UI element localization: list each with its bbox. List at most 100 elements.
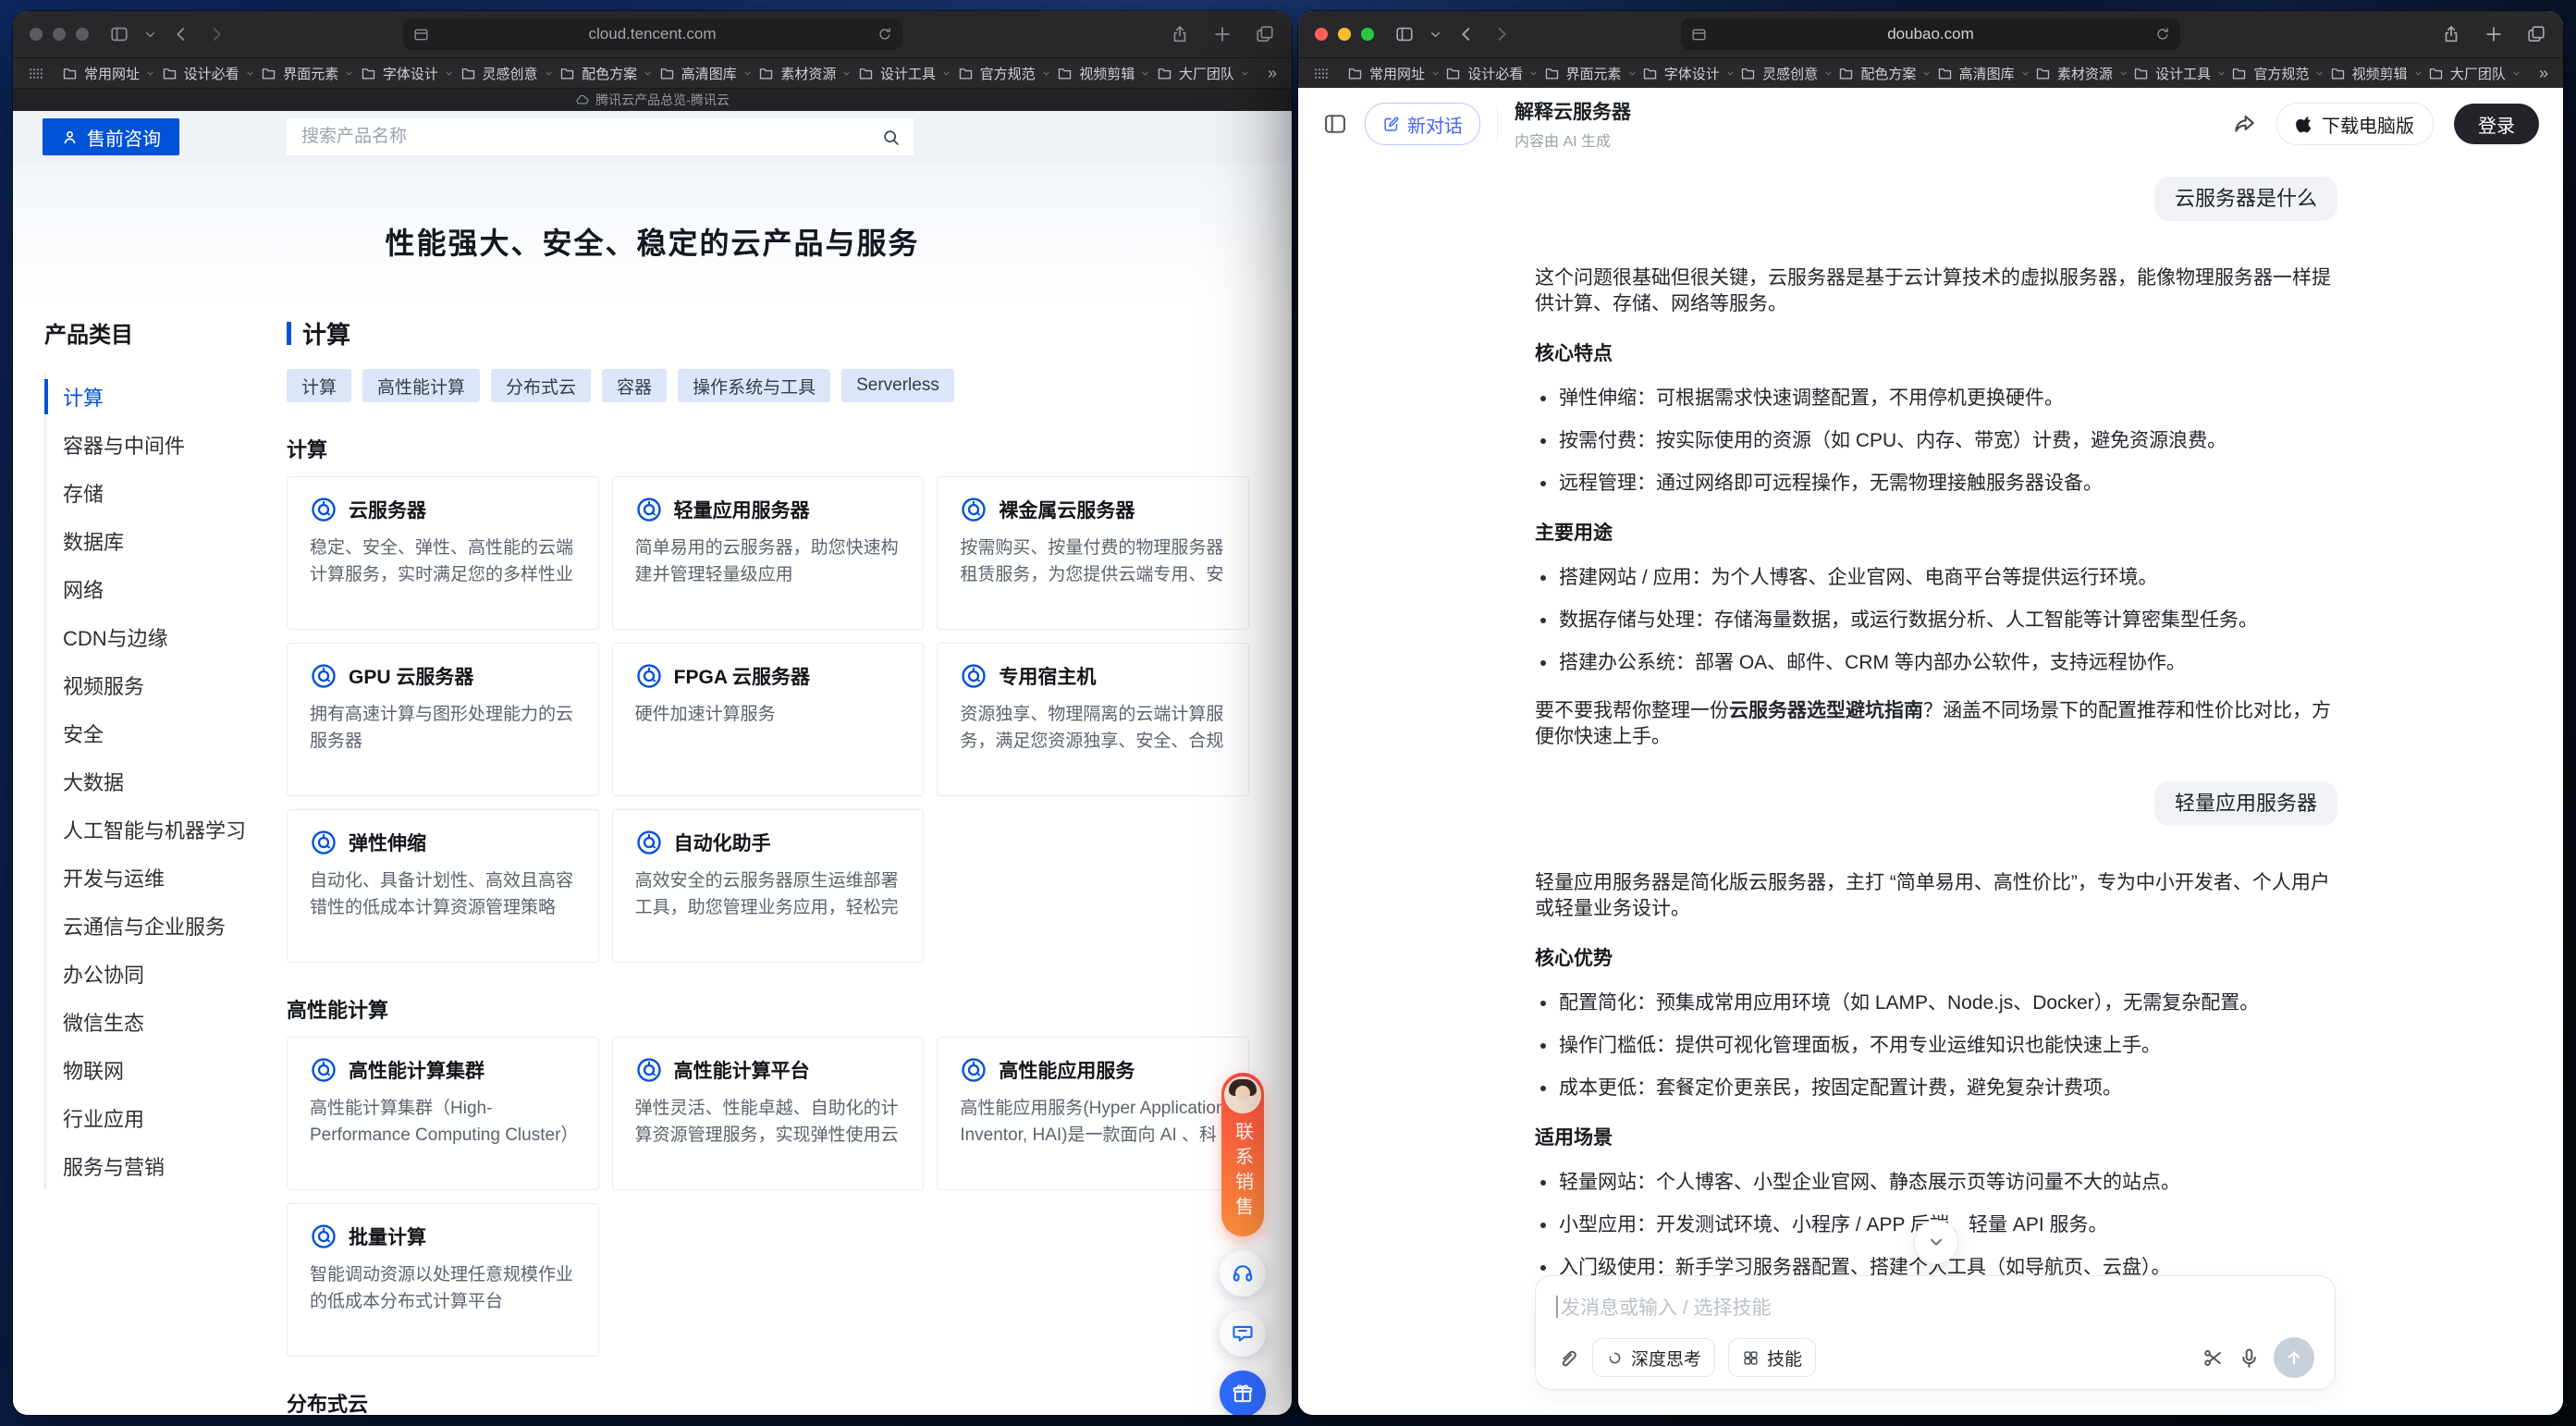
presales-consult-button[interactable]: 售前咨询 [43, 118, 179, 155]
back-icon[interactable] [171, 24, 191, 44]
product-card[interactable]: 高性能应用服务高性能应用服务(Hyper Application Invento… [937, 1037, 1249, 1190]
minimize-button[interactable] [53, 28, 66, 41]
forward-icon[interactable] [206, 24, 227, 44]
bookmark-folder[interactable]: 设计工具 [858, 64, 951, 83]
back-icon[interactable] [1456, 24, 1477, 44]
filter-chip[interactable]: 高性能计算 [362, 369, 480, 402]
product-card[interactable]: 轻量应用服务器简单易用的云服务器，助您快速构建并管理轻量级应用 [612, 476, 925, 630]
catalog-item[interactable]: 人工智能与机器学习 [46, 805, 287, 854]
filter-chip[interactable]: 操作系统与工具 [678, 369, 830, 402]
tab-bar[interactable]: 腾讯云产品总览-腾讯云 [13, 88, 1292, 111]
catalog-item[interactable]: 服务与营销 [46, 1142, 287, 1190]
bookmark-folder[interactable]: 官方规范 [958, 64, 1050, 83]
download-desktop-button[interactable]: 下载电脑版 [2276, 103, 2434, 145]
catalog-item[interactable]: 办公协同 [46, 950, 287, 998]
bookmark-folder[interactable]: 灵感创意 [1740, 64, 1833, 83]
login-button[interactable]: 登录 [2454, 104, 2539, 144]
bookmark-folder[interactable]: 灵感创意 [460, 64, 553, 83]
product-card[interactable]: 高性能计算平台弹性灵活、性能卓越、自助化的计算资源管理服务，实现弹性使用云上高性… [612, 1037, 925, 1190]
filter-chip[interactable]: Serverless [841, 369, 954, 402]
product-card[interactable]: 自动化助手高效安全的云服务器原生运维部署工具，助您管理业务应用，轻松完成运维部署… [612, 809, 925, 963]
product-card[interactable]: 云服务器稳定、安全、弹性、高性能的云端计算服务，实时满足您的多样性业务需求 [287, 476, 599, 630]
promotion-gift-button[interactable] [1220, 1371, 1266, 1415]
bookmarks-overflow-icon[interactable]: » [2539, 65, 2548, 81]
product-card[interactable]: 专用宿主机资源独享、物理隔离的云端计算服务，满足您资源独享、安全、合规的需求 [937, 643, 1249, 796]
share-icon[interactable] [1170, 24, 1190, 44]
new-tab-icon[interactable] [1212, 24, 1233, 44]
bookmark-folder[interactable]: 设计必看 [1445, 64, 1538, 83]
bookmark-folder[interactable]: 高清图库 [659, 64, 752, 83]
bookmark-folder[interactable]: 字体设计 [1642, 64, 1735, 83]
bookmark-folder[interactable]: 常用网址 [1347, 64, 1440, 83]
catalog-item[interactable]: 视频服务 [46, 661, 287, 709]
scroll-to-bottom-button[interactable] [1914, 1220, 1958, 1264]
product-card[interactable]: 弹性伸缩自动化、具备计划性、高效且高容错性的低成本计算资源管理策略 [287, 809, 599, 963]
close-button[interactable] [1315, 28, 1328, 41]
bookmark-folder[interactable]: 字体设计 [361, 64, 453, 83]
minimize-button[interactable] [1338, 28, 1351, 41]
catalog-item[interactable]: 微信生态 [46, 998, 287, 1046]
support-headset-button[interactable] [1220, 1250, 1266, 1297]
bookmark-folder[interactable]: 官方规范 [2231, 64, 2324, 83]
catalog-item[interactable]: 大数据 [46, 757, 287, 805]
chevron-down-icon[interactable] [144, 29, 156, 41]
catalog-item[interactable]: 存储 [46, 469, 287, 517]
bookmark-folder[interactable]: 配色方案 [559, 64, 652, 83]
scissors-icon[interactable] [2202, 1346, 2225, 1370]
filter-chip[interactable]: 分布式云 [491, 369, 591, 402]
product-card[interactable]: 裸金属云服务器按需购买、按量付费的物理服务器租赁服务，为您提供云端专用、安全隔离… [937, 476, 1249, 630]
site-icon[interactable] [1690, 26, 1708, 43]
close-button[interactable] [30, 28, 43, 41]
zoom-button[interactable] [76, 28, 89, 41]
bookmark-folder[interactable]: 视频剪辑 [2330, 64, 2423, 83]
bookmark-folder[interactable]: 常用网址 [62, 64, 154, 83]
forward-icon[interactable] [1491, 24, 1512, 44]
product-card[interactable]: 高性能计算集群高性能计算集群（High-Performance Computin… [287, 1037, 599, 1190]
bookmark-folder[interactable]: 界面元素 [261, 64, 353, 83]
collapse-sidebar-icon[interactable] [1322, 111, 1348, 137]
site-icon[interactable] [412, 26, 430, 43]
address-bar[interactable]: cloud.tencent.com [403, 18, 902, 50]
bookmark-folder[interactable]: 设计工具 [2133, 64, 2226, 83]
product-search-input[interactable] [300, 126, 881, 148]
sidebar-icon[interactable] [109, 24, 129, 44]
new-chat-button[interactable]: 新对话 [1365, 103, 1480, 145]
forward-share-icon[interactable] [2232, 112, 2256, 136]
catalog-item[interactable]: 云通信与企业服务 [46, 902, 287, 950]
filter-chip[interactable]: 计算 [287, 369, 351, 402]
catalog-item[interactable]: 容器与中间件 [46, 421, 287, 469]
search-icon[interactable] [881, 128, 901, 147]
product-card[interactable]: FPGA 云服务器硬件加速计算服务 [612, 643, 925, 796]
bookmark-folder[interactable]: 大厂团队 [1157, 64, 1249, 83]
send-button[interactable] [2274, 1337, 2314, 1378]
new-tab-icon[interactable] [2484, 24, 2504, 44]
chat-input[interactable]: 发消息或输入 / 选择技能 深度思考 技能 [1535, 1275, 2336, 1390]
tabs-overview-icon[interactable] [1255, 24, 1275, 44]
filter-chip[interactable]: 容器 [602, 369, 667, 402]
bookmark-folder[interactable]: 界面元素 [1544, 64, 1637, 83]
bookmarks-overflow-icon[interactable]: » [1268, 65, 1277, 81]
deep-think-button[interactable]: 深度思考 [1592, 1338, 1715, 1377]
bookmark-folder[interactable]: 设计必看 [162, 64, 254, 83]
catalog-item[interactable]: 计算 [46, 373, 287, 421]
bookmarks-grid-icon[interactable] [1313, 66, 1329, 81]
sidebar-icon[interactable] [1394, 24, 1415, 44]
mic-icon[interactable] [2238, 1346, 2261, 1370]
skills-button[interactable]: 技能 [1728, 1338, 1816, 1377]
catalog-item[interactable]: 开发与运维 [46, 854, 287, 902]
product-card[interactable]: GPU 云服务器拥有高速计算与图形处理能力的云服务器 [287, 643, 599, 796]
contact-sales-button[interactable]: 联系销售 [1221, 1073, 1264, 1236]
address-bar[interactable]: doubao.com [1681, 18, 2180, 50]
tabs-overview-icon[interactable] [2526, 24, 2546, 44]
bookmark-folder[interactable]: 视频剪辑 [1057, 64, 1149, 83]
catalog-item[interactable]: CDN与边缘 [46, 613, 287, 661]
bookmark-folder[interactable]: 素材资源 [2035, 64, 2128, 83]
catalog-item[interactable]: 安全 [46, 709, 287, 757]
share-icon[interactable] [2441, 24, 2461, 44]
catalog-item[interactable]: 物联网 [46, 1046, 287, 1094]
zoom-button[interactable] [1361, 28, 1374, 41]
paperclip-icon[interactable] [1556, 1346, 1579, 1370]
feedback-chat-button[interactable] [1220, 1310, 1266, 1357]
catalog-item[interactable]: 行业应用 [46, 1094, 287, 1142]
bookmark-folder[interactable]: 配色方案 [1838, 64, 1931, 83]
